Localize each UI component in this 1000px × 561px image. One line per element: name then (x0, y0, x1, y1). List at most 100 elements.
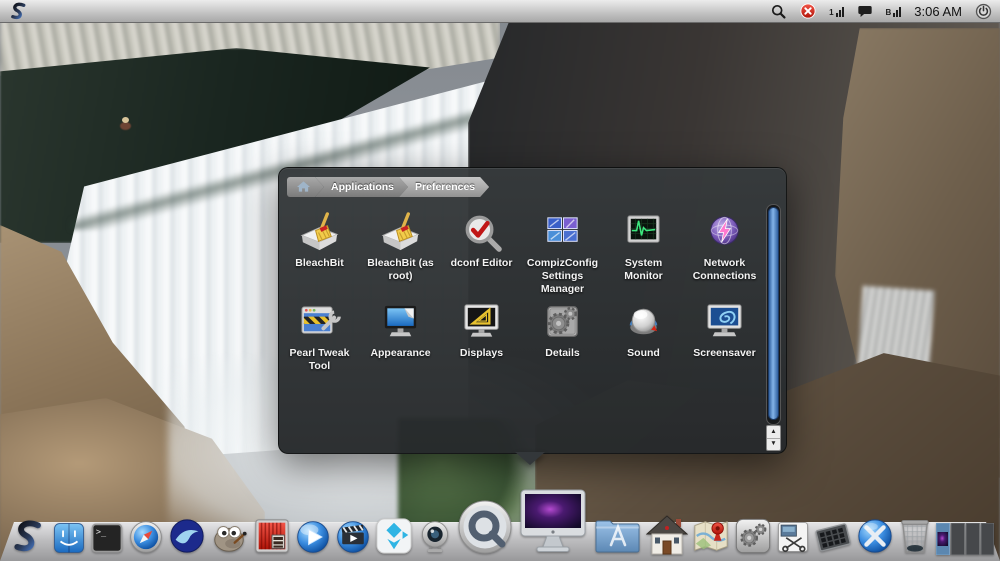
app-appearance[interactable]: Appearance (360, 298, 441, 388)
finder-icon (52, 521, 86, 555)
scrollbar-thumb[interactable] (768, 207, 779, 420)
signal-left-label: 1 (829, 9, 833, 17)
dock-item-x11[interactable] (856, 517, 894, 555)
movie-theater-icon (253, 517, 291, 555)
app-label: Screensaver (693, 347, 755, 360)
app-label: System Monitor (605, 257, 683, 283)
dock-item-movie-theater[interactable] (253, 517, 291, 555)
breadcrumb-label: Preferences (415, 181, 475, 193)
x11-icon (856, 517, 894, 555)
details-icon (540, 300, 585, 345)
app-sound[interactable]: Sound (603, 298, 684, 388)
scroll-up-button[interactable]: ▲ (767, 426, 780, 438)
breadcrumb-applications[interactable]: Applications (315, 177, 408, 197)
app-network-connections[interactable]: Network Connections (684, 208, 765, 298)
dock-item-maps[interactable] (692, 517, 730, 555)
bleachbit-icon (297, 210, 342, 255)
panel-pointer-arrow (515, 452, 545, 465)
pearl-logo-icon[interactable] (8, 2, 30, 21)
seamonkey-icon (168, 517, 206, 555)
workspace-switcher-icon (936, 523, 994, 555)
dock-item-media-player[interactable] (295, 519, 331, 555)
app-grid: BleachBit BleachBit (as root) dconf Edit… (279, 208, 765, 388)
app-label: Sound (627, 347, 660, 360)
dock: >_ (10, 489, 994, 555)
app-label: dconf Editor (451, 257, 513, 270)
app-system-monitor[interactable]: System Monitor (603, 208, 684, 298)
svg-text:>_: >_ (96, 528, 107, 538)
app-label: CompizConfig Settings Manager (524, 257, 602, 295)
power-icon[interactable] (975, 3, 992, 20)
dock-item-finder[interactable] (52, 521, 86, 555)
dock-item-screenshot-tool[interactable] (776, 519, 810, 555)
breadcrumb-label: Applications (331, 181, 394, 193)
breadcrumb-preferences[interactable]: Preferences (399, 177, 489, 197)
app-label: Details (545, 347, 579, 360)
app-label: BleachBit (as root) (362, 257, 440, 283)
system-settings-icon (734, 517, 772, 555)
network-connections-icon (702, 210, 747, 255)
wallpaper-swimmer (120, 122, 131, 130)
app-label: BleachBit (295, 257, 343, 270)
video-clapper-icon (335, 519, 371, 555)
quicktime-icon (457, 499, 513, 555)
trash-icon (898, 517, 932, 555)
application-launcher-panel: Applications Preferences BleachBit Bleac… (278, 167, 787, 454)
web-browser-icon (128, 519, 164, 555)
home-icon (297, 181, 310, 193)
pearl-tweak-tool-icon (297, 300, 342, 345)
app-dconf-editor[interactable]: dconf Editor (441, 208, 522, 298)
dock-item-pearl-menu[interactable] (10, 519, 48, 555)
app-pearl-tweak-tool[interactable]: Pearl Tweak Tool (279, 298, 360, 388)
app-label: Displays (460, 347, 503, 360)
app-displays[interactable]: Displays (441, 298, 522, 388)
app-label: Appearance (370, 347, 430, 360)
dock-item-gimp[interactable] (209, 517, 249, 555)
dock-item-app-store[interactable] (593, 515, 643, 555)
dock-item-video-clapper[interactable] (335, 519, 371, 555)
dock-item-web-browser[interactable] (128, 519, 164, 555)
dock-item-home-folder[interactable] (646, 515, 688, 555)
audio-grille-icon (814, 519, 852, 555)
chat-bubble-icon[interactable] (857, 5, 873, 18)
up-arrow-icon: ▲ (770, 429, 776, 436)
screensaver-icon (702, 300, 747, 345)
dock-item-system-settings[interactable] (734, 517, 772, 555)
displays-icon (459, 300, 504, 345)
scroll-down-button[interactable]: ▼ (767, 438, 780, 451)
terminal-icon: >_ (90, 521, 124, 555)
screenshot-tool-icon (776, 519, 810, 555)
scrollbar: ▲ ▼ (766, 204, 781, 451)
dock-item-computer[interactable] (517, 489, 589, 555)
search-icon[interactable] (770, 3, 787, 20)
down-arrow-icon: ▼ (770, 441, 776, 448)
dock-item-audio-grille[interactable] (814, 519, 852, 555)
bluetooth-signal-icon[interactable]: B (886, 6, 902, 17)
app-screensaver[interactable]: Screensaver (684, 298, 765, 388)
computer-imac-icon (517, 489, 589, 555)
dock-item-seamonkey[interactable] (168, 517, 206, 555)
scrollbar-track[interactable] (766, 204, 781, 425)
app-compizconfig[interactable]: CompizConfig Settings Manager (522, 208, 603, 298)
dconf-editor-icon (459, 210, 504, 255)
dock-item-kodi[interactable] (375, 517, 413, 555)
dock-item-workspace-switcher[interactable] (936, 523, 994, 555)
update-alert-icon[interactable] (800, 3, 816, 19)
menubar: 1 B 3:06 AM (0, 0, 1000, 23)
sound-icon (621, 300, 666, 345)
scrollbar-buttons: ▲ ▼ (766, 425, 781, 451)
webcam-icon (417, 519, 453, 555)
network-signal-icon[interactable]: 1 (829, 6, 843, 17)
app-bleachbit-root[interactable]: BleachBit (as root) (360, 208, 441, 298)
dock-item-terminal[interactable]: >_ (90, 521, 124, 555)
app-store-folder-icon (593, 515, 643, 555)
dock-item-webcam[interactable] (417, 519, 453, 555)
bleachbit-root-icon (378, 210, 423, 255)
dock-item-quicktime[interactable] (457, 499, 513, 555)
pearl-menu-icon (10, 519, 48, 555)
app-bleachbit[interactable]: BleachBit (279, 208, 360, 298)
dock-item-trash[interactable] (898, 517, 932, 555)
wallpaper-swimmer-head (122, 117, 129, 123)
app-details[interactable]: Details (522, 298, 603, 388)
clock[interactable]: 3:06 AM (914, 4, 962, 19)
